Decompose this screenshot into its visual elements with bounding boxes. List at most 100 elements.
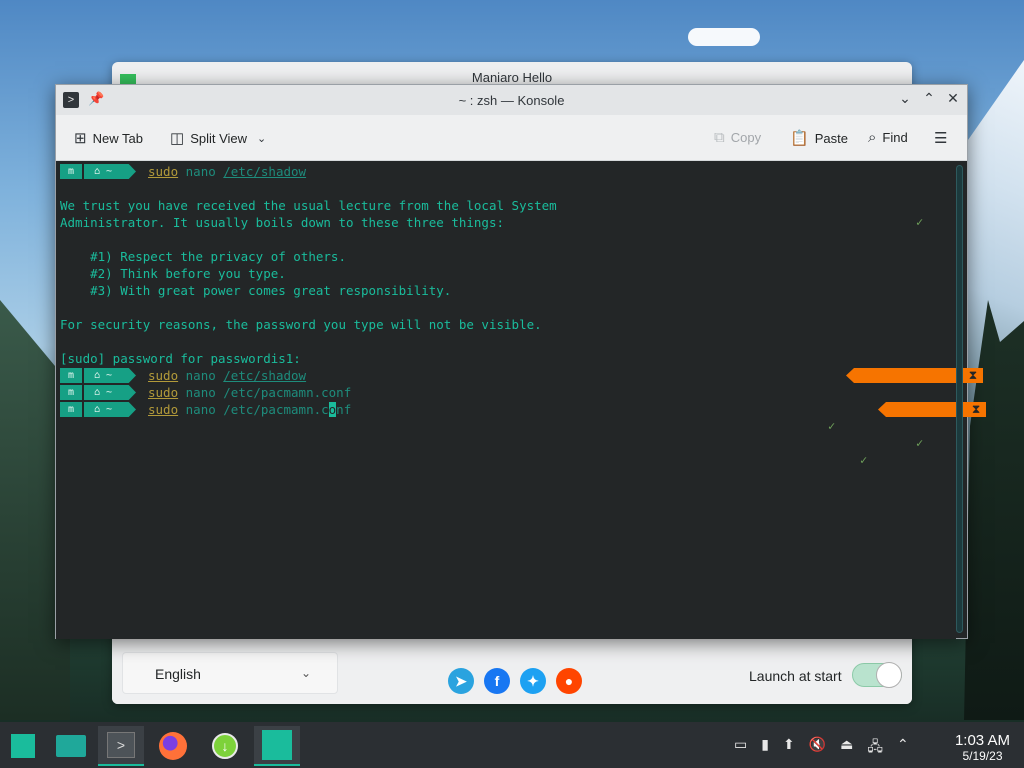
terminal-line: #1) Respect the privacy of others. (60, 249, 346, 264)
system-tray: ▭ ▮ ⬆ 🔇 ⏏ 🖧 ⌃ (734, 736, 909, 760)
find-button[interactable]: ⌕ Find (868, 129, 908, 146)
prompt: m ⌂ ~ (60, 402, 136, 417)
manjaro-prompt-icon: m (60, 164, 82, 179)
home-prompt-segment: ⌂ ~ (84, 385, 136, 400)
copy-icon: ⧉ (714, 129, 725, 146)
terminal-line: m ⌂ ~ sudo nano /etc/shadow ✓ 1m 10s ⧗ (60, 367, 984, 433)
hello-window-title: Maniaro Hello (471, 70, 553, 85)
folder-icon (56, 735, 86, 757)
facebook-icon[interactable]: f (484, 668, 510, 694)
clipboard-icon[interactable]: ▮ (761, 736, 769, 760)
paste-icon: 📋 (790, 130, 809, 147)
terminal-line: #3) With great power comes great respons… (60, 283, 452, 298)
terminal-line: We trust you have received the usual lec… (60, 198, 557, 213)
hamburger-menu-button[interactable]: ☰ (934, 129, 947, 147)
twitter-icon[interactable]: ✦ (520, 668, 546, 694)
paste-label: Paste (814, 130, 848, 146)
volume-muted-icon[interactable]: 🔇 (809, 736, 826, 760)
taskbar-firefox[interactable] (150, 726, 196, 766)
clock-date: 5/19/23 (962, 749, 1003, 763)
success-check-icon: ✓ (828, 419, 836, 433)
terminal-line: m ⌂ ~ sudo nano /etc/pacmamn.conf ✓ 8s ⧗ (60, 401, 987, 467)
terminal-scrollbar[interactable] (956, 165, 963, 633)
update-icon[interactable]: ⬆ (783, 736, 795, 760)
konsole-window: > 📌 ~ : zsh — Konsole ⌄ ⌃ ✕ ⊞ New Tab ◫ … (55, 84, 987, 639)
terminal-line: m ⌂ ~ sudo nano /etc/shadow ✓ (60, 163, 940, 229)
success-check-icon: ✓ (860, 453, 868, 467)
new-tab-icon: ⊞ (74, 130, 87, 147)
prompt: m ⌂ ~ (60, 368, 136, 383)
clock-time: 1:03 AM (954, 732, 1010, 749)
manjaro-logo-icon (11, 734, 35, 758)
window-title: ~ : zsh — Konsole (458, 93, 565, 108)
chevron-down-icon: ⌄ (300, 666, 311, 680)
find-label: Find (882, 130, 908, 145)
copy-label: Copy (730, 130, 762, 145)
terminal-icon: > (107, 732, 135, 758)
taskbar-konsole[interactable]: > (98, 726, 144, 766)
network-icon[interactable]: 🖧 (867, 736, 883, 760)
split-view-icon: ◫ (170, 130, 185, 147)
terminal-line: [sudo] password for passwordis1: (60, 351, 301, 366)
close-button[interactable]: ✕ (947, 90, 959, 107)
hourglass-icon: ⧗ (968, 368, 978, 382)
telegram-icon[interactable]: ➤ (448, 668, 474, 694)
chevron-down-icon: ⌄ (257, 132, 267, 145)
terminal-line: For security reasons, the password you t… (60, 317, 542, 332)
download-icon: ↓ (212, 733, 238, 759)
home-prompt-segment: ⌂ ~ (84, 368, 136, 383)
new-tab-label: New Tab (92, 130, 143, 146)
success-check-icon: ✓ (916, 215, 924, 229)
home-prompt-segment: ⌂ ~ (84, 402, 136, 417)
wallpaper-cloud (688, 28, 760, 46)
terminal-line: Administrator. It usually boils down to … (60, 215, 505, 230)
konsole-toolbar: ⊞ New Tab ◫ Split View ⌄ ⧉ Copy 📋 Paste … (56, 115, 967, 161)
launch-at-start-label: Launch at start (749, 668, 842, 684)
konsole-titlebar[interactable]: > 📌 ~ : zsh — Konsole ⌄ ⌃ ✕ (56, 85, 967, 115)
split-view-label: Split View (190, 130, 248, 146)
launch-at-start-toggle[interactable] (852, 662, 902, 688)
success-check-icon: ✓ (916, 436, 924, 450)
minimize-button[interactable]: ⌄ (899, 90, 911, 107)
home-prompt-segment: ⌂ ~ (84, 164, 136, 179)
language-select[interactable]: English ⌄ (122, 652, 338, 694)
manjaro-prompt-icon: m (60, 402, 82, 417)
command: sudo nano /etc/shadow (148, 164, 307, 179)
clock[interactable]: 1:03 AM 5/19/23 (955, 732, 1010, 763)
terminal-line: #2) Think before you type. (60, 266, 286, 281)
reddit-icon[interactable]: ● (556, 668, 582, 694)
hourglass-icon: ⧗ (971, 402, 981, 416)
manjaro-prompt-icon: m (60, 368, 82, 383)
hello-footer: English ⌄ ➤ f ✦ ● Launch at start (112, 638, 912, 704)
taskbar-software-manager[interactable]: ↓ (202, 726, 248, 766)
toggle-knob (876, 662, 902, 688)
application-launcher[interactable] (0, 726, 46, 766)
taskbar-manjaro-hello[interactable] (254, 726, 300, 766)
maximize-button[interactable]: ⌃ (923, 90, 935, 107)
menu-icon: ☰ (934, 130, 948, 147)
command: sudo nano /etc/pacmamn.conf (148, 402, 352, 417)
command: sudo nano /etc/shadow (148, 368, 307, 383)
social-links: ➤ f ✦ ● (448, 668, 582, 694)
firefox-icon (159, 732, 187, 760)
taskbar-file-manager[interactable] (48, 726, 94, 766)
split-view-button[interactable]: ◫ Split View ⌄ (170, 129, 266, 147)
paste-button[interactable]: 📋 Paste (790, 129, 848, 147)
command: sudo nano /etc/pacmamn.conf (148, 385, 352, 400)
new-tab-button[interactable]: ⊞ New Tab (74, 129, 143, 147)
copy-button[interactable]: ⧉ Copy (714, 129, 761, 146)
tray-expand-icon[interactable]: ⌃ (897, 736, 909, 760)
search-icon: ⌕ (868, 129, 877, 146)
terminal-area[interactable]: m ⌂ ~ sudo nano /etc/shadow ✓ We trust y… (56, 161, 987, 639)
terminal-line: m ⌂ ~ sudo nano /etc/pacmamn.conf ✓ (60, 384, 940, 450)
taskbar: > ↓ ▭ ▮ ⬆ 🔇 ⏏ 🖧 ⌃ 1:03 AM 5/19/23 (0, 722, 1024, 768)
window-controls: ⌄ ⌃ ✕ (899, 90, 959, 107)
usb-device-icon[interactable]: ⏏ (840, 736, 853, 760)
show-desktop-icon[interactable]: ▭ (734, 736, 747, 760)
language-value: English (155, 666, 201, 682)
manjaro-logo-icon (262, 730, 292, 760)
duration-badge: 8s ⧗ (878, 402, 987, 417)
prompt: m ⌂ ~ (60, 164, 136, 179)
manjaro-prompt-icon: m (60, 385, 82, 400)
prompt: m ⌂ ~ (60, 385, 136, 400)
